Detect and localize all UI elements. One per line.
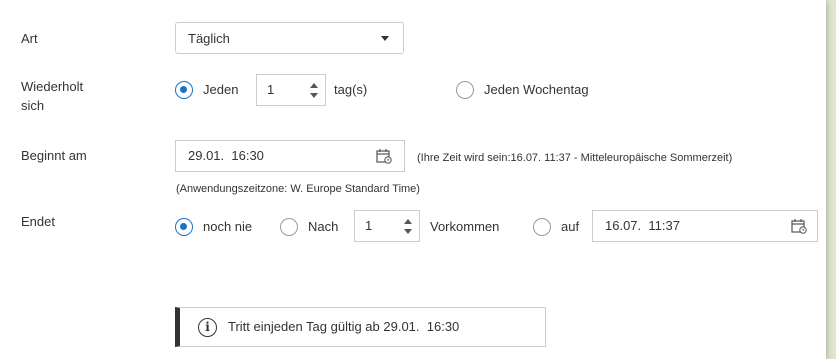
art-select-value: Täglich — [188, 30, 230, 46]
info-icon: i — [198, 318, 217, 337]
interval-stepper[interactable]: 1 — [256, 74, 326, 106]
radio-on-date[interactable] — [533, 218, 551, 236]
end-date-field[interactable]: 16.07. 11:37 — [592, 210, 818, 242]
radio-weekday[interactable] — [456, 81, 474, 99]
increment-icon[interactable] — [404, 219, 412, 224]
radio-never[interactable] — [175, 218, 193, 236]
radio-after[interactable] — [280, 218, 298, 236]
start-date-value: 29.01. 16:30 — [188, 148, 264, 163]
radio-each[interactable] — [175, 81, 193, 99]
decrement-icon[interactable] — [404, 229, 412, 234]
beginnt-label: Beginnt am — [21, 148, 87, 163]
info-banner: i Tritt einjeden Tag gültig ab 29.01. 16… — [175, 307, 546, 347]
interval-value: 1 — [267, 82, 275, 97]
calendar-icon[interactable] — [791, 218, 807, 234]
wiederholt-label-line2: sich — [21, 98, 45, 113]
end-date-value: 16.07. 11:37 — [605, 218, 680, 233]
start-date-field[interactable]: 29.01. 16:30 — [175, 140, 405, 172]
radio-each-label: Jeden — [203, 82, 239, 97]
occurrences-value: 1 — [365, 218, 373, 233]
art-select[interactable]: Täglich — [175, 22, 404, 54]
recurrence-panel: Art Täglich Wiederholt sich Jeden 1 tag(… — [0, 0, 826, 359]
user-time-note: (Ihre Zeit wird sein:16.07. 11:37 - Mitt… — [417, 152, 733, 164]
radio-on-date-label: auf — [561, 219, 580, 234]
chevron-down-icon — [381, 36, 389, 41]
radio-weekday-label: Jeden Wochentag — [484, 82, 589, 97]
info-text: Tritt einjeden Tag gültig ab 29.01. 16:3… — [228, 319, 460, 334]
timezone-note: (Anwendungszeitzone: W. Europe Standard … — [176, 183, 420, 195]
increment-icon[interactable] — [310, 83, 318, 88]
calendar-icon[interactable] — [376, 148, 392, 164]
endet-label: Endet — [21, 214, 55, 229]
interval-unit: tag(s) — [334, 82, 368, 97]
radio-after-label: Nach — [308, 219, 339, 234]
radio-never-label: noch nie — [203, 219, 253, 234]
art-label: Art — [21, 31, 38, 46]
occurrences-stepper[interactable]: 1 — [354, 210, 420, 242]
wiederholt-label-line1: Wiederholt — [21, 79, 84, 94]
decrement-icon[interactable] — [310, 93, 318, 98]
occurrences-label: Vorkommen — [430, 219, 500, 234]
